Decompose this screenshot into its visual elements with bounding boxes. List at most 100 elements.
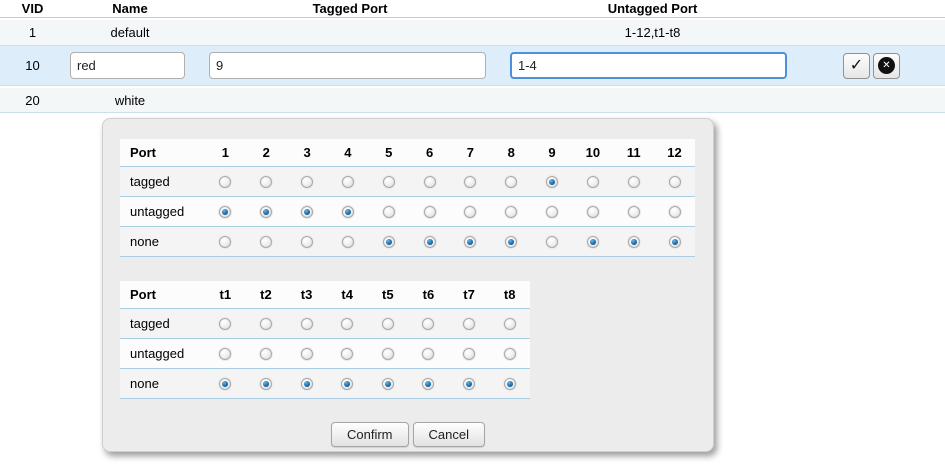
radio-tagged-port-t5[interactable]: [382, 318, 394, 330]
name-input[interactable]: [70, 52, 185, 79]
radio-untagged-port-9[interactable]: [546, 206, 558, 218]
table-row-editing: 10 ✓ ✕: [0, 46, 945, 86]
column-header-name: Name: [65, 1, 195, 16]
radio-untagged-port-t1[interactable]: [219, 348, 231, 360]
confirm-button[interactable]: Confirm: [331, 422, 409, 447]
port-number-header: 12: [654, 145, 695, 160]
radio-tagged-port-4[interactable]: [342, 176, 354, 188]
port-mode-label: untagged: [120, 204, 205, 219]
radio-tagged-port-9[interactable]: [546, 176, 558, 188]
radio-tagged-port-5[interactable]: [383, 176, 395, 188]
radio-none-port-2[interactable]: [260, 236, 272, 248]
radio-untagged-port-t5[interactable]: [382, 348, 394, 360]
port-membership-dialog: Port123456789101112taggeduntaggednone Po…: [102, 118, 714, 452]
radio-tagged-port-1[interactable]: [219, 176, 231, 188]
radio-none-port-t1[interactable]: [219, 378, 231, 390]
column-header-tagged-port: Tagged Port: [195, 1, 505, 16]
radio-tagged-port-8[interactable]: [505, 176, 517, 188]
port-number-header: t5: [368, 287, 409, 302]
radio-none-port-4[interactable]: [342, 236, 354, 248]
radio-none-port-5[interactable]: [383, 236, 395, 248]
radio-none-port-t8[interactable]: [504, 378, 516, 390]
port-number-header: t2: [246, 287, 287, 302]
name-value: default: [65, 25, 195, 40]
radio-untagged-port-10[interactable]: [587, 206, 599, 218]
radio-untagged-port-2[interactable]: [260, 206, 272, 218]
radio-none-port-t6[interactable]: [422, 378, 434, 390]
checkmark-icon: ✓: [850, 58, 863, 74]
radio-untagged-port-t7[interactable]: [463, 348, 475, 360]
radio-tagged-port-t1[interactable]: [219, 318, 231, 330]
radio-untagged-port-6[interactable]: [424, 206, 436, 218]
untagged-port-input[interactable]: [510, 52, 787, 79]
radio-untagged-port-t3[interactable]: [301, 348, 313, 360]
radio-tagged-port-7[interactable]: [464, 176, 476, 188]
radio-tagged-port-t3[interactable]: [301, 318, 313, 330]
radio-untagged-port-t4[interactable]: [341, 348, 353, 360]
column-header-untagged-port: Untagged Port: [505, 1, 800, 16]
table-row[interactable]: 1 default 1-12,t1-t8: [0, 18, 945, 46]
port-table-1-12: Port123456789101112taggeduntaggednone: [120, 139, 695, 257]
radio-tagged-port-t7[interactable]: [463, 318, 475, 330]
radio-tagged-port-2[interactable]: [260, 176, 272, 188]
radio-none-port-1[interactable]: [219, 236, 231, 248]
radio-none-port-3[interactable]: [301, 236, 313, 248]
radio-untagged-port-t2[interactable]: [260, 348, 272, 360]
vid-value: 20: [0, 93, 65, 108]
radio-tagged-port-6[interactable]: [424, 176, 436, 188]
radio-none-port-t3[interactable]: [301, 378, 313, 390]
port-header-label: Port: [120, 145, 205, 160]
column-header-vid: VID: [0, 1, 65, 16]
cancel-button[interactable]: Cancel: [413, 422, 485, 447]
radio-none-port-7[interactable]: [464, 236, 476, 248]
port-table-t1-t8: Portt1t2t3t4t5t6t7t8 tagged untagged none: [120, 281, 530, 399]
radio-untagged-port-11[interactable]: [628, 206, 640, 218]
radio-untagged-port-5[interactable]: [383, 206, 395, 218]
radio-none-port-8[interactable]: [505, 236, 517, 248]
table-row[interactable]: 20 white: [0, 86, 945, 113]
radio-none-port-10[interactable]: [587, 236, 599, 248]
radio-tagged-port-10[interactable]: [587, 176, 599, 188]
port-header-label: Port: [120, 287, 205, 302]
port-mode-label: tagged: [120, 316, 205, 331]
radio-none-port-11[interactable]: [628, 236, 640, 248]
radio-tagged-port-11[interactable]: [628, 176, 640, 188]
radio-untagged-port-12[interactable]: [669, 206, 681, 218]
tagged-port-input[interactable]: [209, 52, 486, 79]
port-number-header: 1: [205, 145, 246, 160]
dialog-buttons: Confirm Cancel: [103, 422, 713, 447]
port-number-header: 9: [532, 145, 573, 160]
radio-tagged-port-t4[interactable]: [341, 318, 353, 330]
circle-x-icon: ✕: [878, 57, 895, 74]
radio-none-port-12[interactable]: [669, 236, 681, 248]
radio-untagged-port-t8[interactable]: [504, 348, 516, 360]
port-mode-row-tagged: tagged: [120, 167, 695, 197]
radio-untagged-port-4[interactable]: [342, 206, 354, 218]
radio-tagged-port-t6[interactable]: [422, 318, 434, 330]
radio-untagged-port-3[interactable]: [301, 206, 313, 218]
radio-tagged-port-12[interactable]: [669, 176, 681, 188]
port-number-header: t4: [327, 287, 368, 302]
radio-none-port-t2[interactable]: [260, 378, 272, 390]
radio-tagged-port-3[interactable]: [301, 176, 313, 188]
port-mode-label: none: [120, 376, 205, 391]
port-table-header: Port123456789101112: [120, 139, 695, 167]
radio-none-port-t4[interactable]: [341, 378, 353, 390]
radio-none-port-9[interactable]: [546, 236, 558, 248]
port-mode-label: tagged: [120, 174, 205, 189]
radio-none-port-6[interactable]: [424, 236, 436, 248]
radio-untagged-port-t6[interactable]: [422, 348, 434, 360]
radio-none-port-t5[interactable]: [382, 378, 394, 390]
port-number-header: 10: [572, 145, 613, 160]
port-table-header: Portt1t2t3t4t5t6t7t8: [120, 281, 530, 309]
radio-untagged-port-1[interactable]: [219, 206, 231, 218]
radio-untagged-port-7[interactable]: [464, 206, 476, 218]
port-mode-label: untagged: [120, 346, 205, 361]
confirm-edit-button[interactable]: ✓: [843, 53, 870, 79]
port-number-header: 11: [613, 145, 654, 160]
radio-none-port-t7[interactable]: [463, 378, 475, 390]
radio-untagged-port-8[interactable]: [505, 206, 517, 218]
radio-tagged-port-t8[interactable]: [504, 318, 516, 330]
radio-tagged-port-t2[interactable]: [260, 318, 272, 330]
cancel-edit-button[interactable]: ✕: [873, 53, 900, 79]
